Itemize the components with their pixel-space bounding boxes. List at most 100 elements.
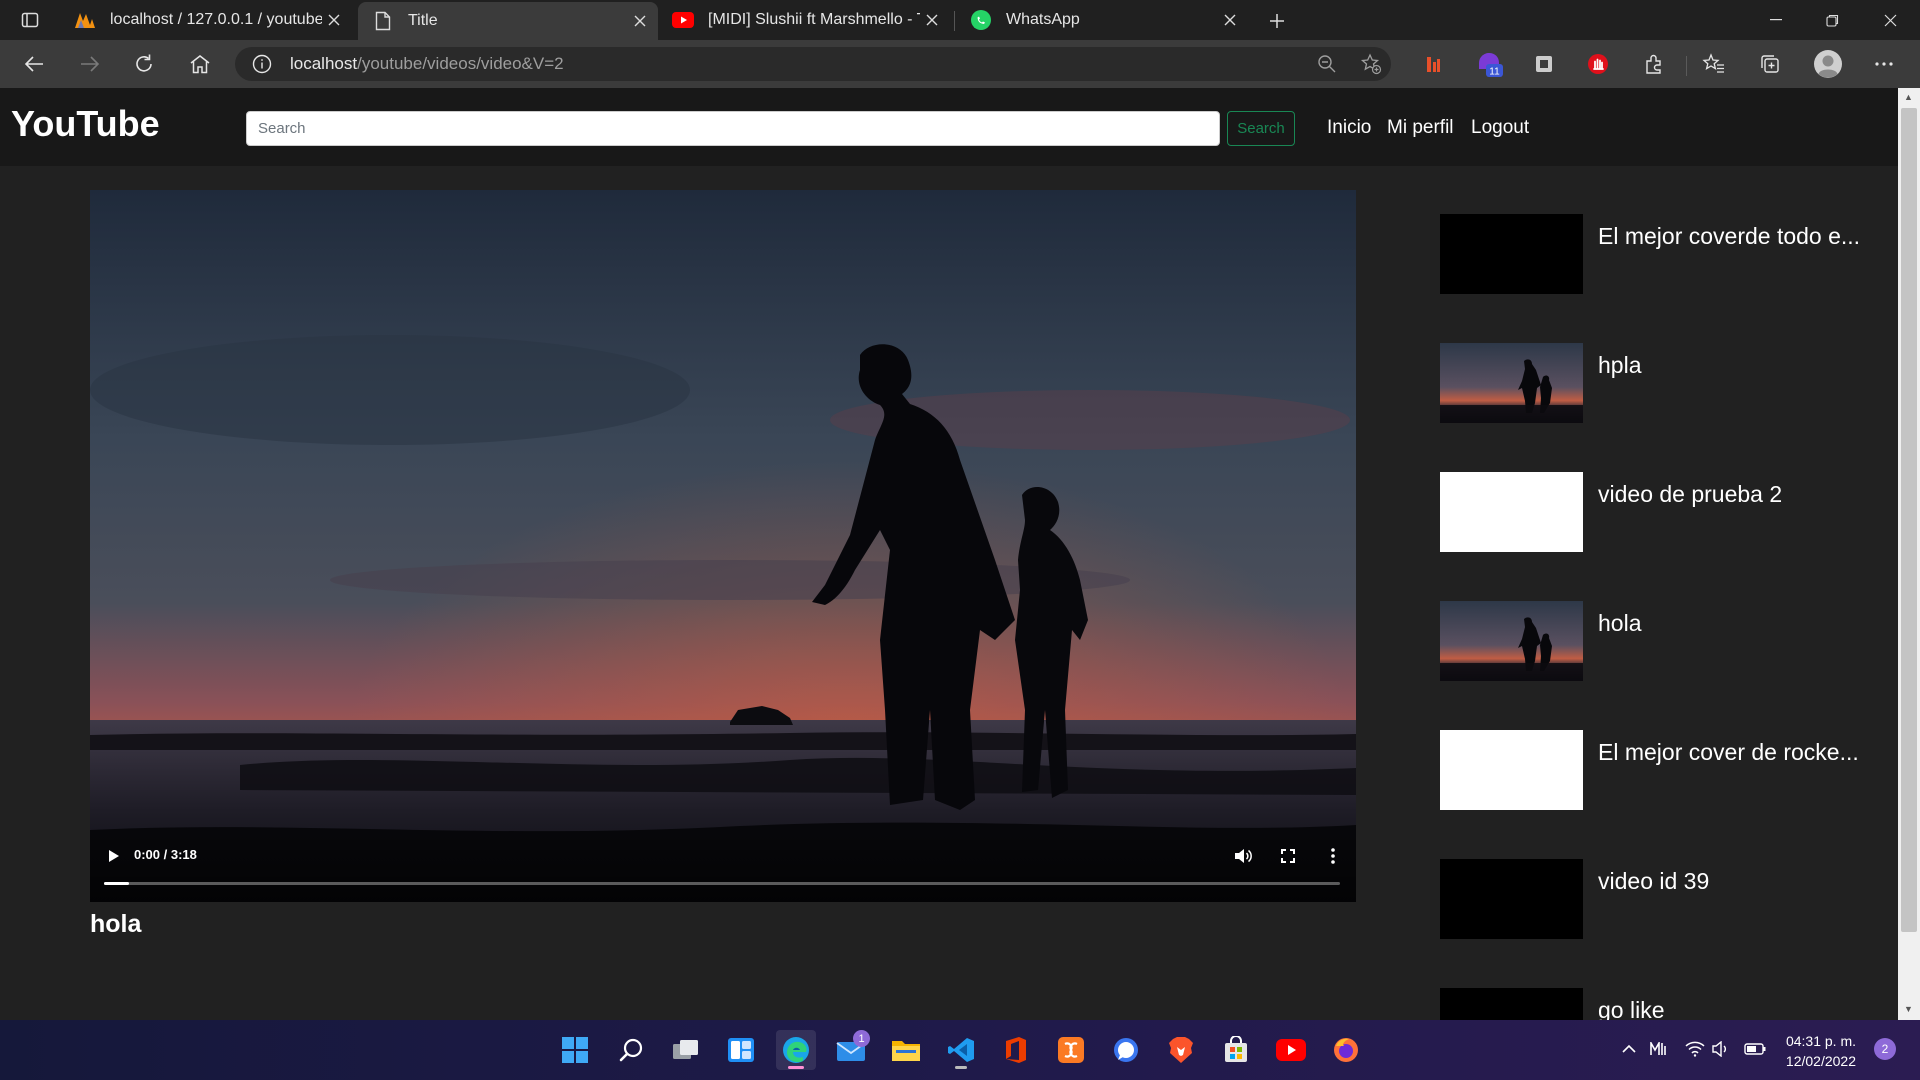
restore-icon[interactable] xyxy=(1804,0,1860,40)
video-player[interactable]: 0:00 / 3:18 xyxy=(90,190,1356,902)
play-icon[interactable] xyxy=(104,846,124,866)
page-scrollbar[interactable]: ▲ ▼ xyxy=(1898,88,1920,1020)
microsoft-store-icon[interactable] xyxy=(1216,1030,1256,1070)
related-video-item[interactable]: video de prueba 2 xyxy=(1440,472,1880,552)
ext-box-icon[interactable] xyxy=(1526,48,1562,80)
settings-more-icon[interactable] xyxy=(1866,48,1902,80)
ext-graph-icon[interactable] xyxy=(1416,48,1452,80)
video-thumbnail[interactable] xyxy=(1440,859,1583,939)
seek-bar[interactable] xyxy=(104,882,1340,885)
start-icon[interactable] xyxy=(555,1030,595,1070)
close-tab-icon[interactable] xyxy=(920,8,944,32)
brave-icon[interactable] xyxy=(1161,1030,1201,1070)
tab-youtube-midi[interactable]: [MIDI] Slushii ft Marshmello - Th xyxy=(658,0,950,40)
whatsapp-icon xyxy=(970,9,992,31)
widgets-icon[interactable] xyxy=(721,1030,761,1070)
office-icon[interactable] xyxy=(996,1030,1036,1070)
active-indicator xyxy=(788,1066,804,1069)
home-icon[interactable] xyxy=(182,48,218,80)
scroll-thumb[interactable] xyxy=(1901,108,1917,932)
close-tab-icon[interactable] xyxy=(628,9,652,33)
video-thumbnail[interactable] xyxy=(1440,988,1583,1020)
zoom-icon[interactable] xyxy=(1317,54,1337,79)
show-hidden-icons-icon[interactable] xyxy=(1618,1038,1640,1060)
site-header: YouTube Search Inicio Mi perfil Logout xyxy=(0,88,1898,166)
address-bar[interactable]: localhost/youtube/videos/video&V=2 xyxy=(235,47,1391,81)
player-controls: 0:00 / 3:18 xyxy=(90,830,1356,902)
video-thumbnail[interactable] xyxy=(1440,472,1583,552)
related-video-item[interactable]: go like xyxy=(1440,988,1880,1020)
search-button[interactable]: Search xyxy=(1227,111,1295,146)
more-options-icon[interactable] xyxy=(1322,845,1344,867)
firefox-icon[interactable] xyxy=(1326,1030,1366,1070)
nav-inicio-link[interactable]: Inicio xyxy=(1327,117,1371,139)
youtube-app-icon[interactable] xyxy=(1271,1030,1311,1070)
refresh-icon[interactable] xyxy=(126,48,162,80)
related-video-title[interactable]: hola xyxy=(1598,610,1641,637)
file-explorer-icon[interactable] xyxy=(886,1030,926,1070)
close-tab-icon[interactable] xyxy=(1218,8,1242,32)
url-text: localhost/youtube/videos/video&V=2 xyxy=(290,54,564,74)
signal-icon[interactable] xyxy=(1106,1030,1146,1070)
new-tab-icon[interactable] xyxy=(1264,8,1290,34)
tab-phpmyadmin[interactable]: localhost / 127.0.0.1 / youtube / xyxy=(60,0,352,40)
wifi-icon[interactable] xyxy=(1684,1038,1706,1060)
volume-icon[interactable] xyxy=(1232,845,1254,867)
tab-title[interactable]: Title xyxy=(358,2,658,40)
profile-avatar-icon[interactable] xyxy=(1810,48,1846,80)
favorites-icon[interactable] xyxy=(1696,48,1732,80)
back-icon[interactable] xyxy=(16,48,52,80)
related-video-item[interactable]: video id 39 xyxy=(1440,859,1880,939)
notification-badge[interactable]: 2 xyxy=(1874,1038,1896,1060)
close-window-icon[interactable] xyxy=(1862,0,1918,40)
tab-label: localhost / 127.0.0.1 / youtube / xyxy=(110,11,322,28)
fullscreen-icon[interactable] xyxy=(1277,845,1299,867)
forward-icon[interactable] xyxy=(72,48,108,80)
add-favorite-icon[interactable] xyxy=(1360,53,1382,80)
task-view-icon[interactable] xyxy=(666,1030,706,1070)
nav-logout-link[interactable]: Logout xyxy=(1471,117,1529,139)
related-video-title[interactable]: go like xyxy=(1598,997,1664,1020)
collections-icon[interactable] xyxy=(1752,48,1788,80)
vscode-icon[interactable] xyxy=(941,1030,981,1070)
related-video-item[interactable]: hola xyxy=(1440,601,1880,681)
windows-taskbar: 1 04:31 p. m. 12/02/2022 2 xyxy=(0,1020,1920,1080)
related-video-title[interactable]: video de prueba 2 xyxy=(1598,481,1782,508)
close-tab-icon[interactable] xyxy=(322,8,346,32)
ext-hand-icon[interactable] xyxy=(1580,48,1616,80)
nav-mi-perfil-link[interactable]: Mi perfil xyxy=(1387,117,1454,139)
browser-toolbar: localhost/youtube/videos/video&V=2 11 xyxy=(0,40,1920,88)
seek-progress xyxy=(104,882,129,885)
minimize-icon[interactable] xyxy=(1748,0,1804,40)
related-video-item[interactable]: hpla xyxy=(1440,343,1880,423)
scroll-up-icon[interactable]: ▲ xyxy=(1904,92,1913,102)
related-video-item[interactable]: El mejor cover de rocke... xyxy=(1440,730,1880,810)
extension-badge: 11 xyxy=(1489,67,1500,78)
volume-tray-icon[interactable] xyxy=(1710,1038,1732,1060)
tab-label: WhatsApp xyxy=(1006,11,1080,28)
tab-actions-icon[interactable] xyxy=(18,8,42,32)
site-logo[interactable]: YouTube xyxy=(11,103,160,145)
video-thumbnail[interactable] xyxy=(1440,730,1583,810)
related-video-title[interactable]: El mejor cover de rocke... xyxy=(1598,739,1859,766)
related-video-title[interactable]: video id 39 xyxy=(1598,868,1709,895)
ext-counter-icon[interactable]: 11 xyxy=(1472,48,1508,80)
related-video-title[interactable]: El mejor coverde todo e... xyxy=(1598,223,1860,250)
site-info-icon[interactable] xyxy=(252,54,272,79)
mail-badge: 1 xyxy=(853,1030,870,1047)
tab-whatsapp[interactable]: WhatsApp xyxy=(956,0,1248,40)
search-input[interactable] xyxy=(246,111,1220,146)
video-thumbnail[interactable] xyxy=(1440,601,1583,681)
edge-icon[interactable] xyxy=(776,1030,816,1070)
search-icon[interactable] xyxy=(611,1030,651,1070)
mail-icon[interactable]: 1 xyxy=(831,1030,871,1070)
related-video-title[interactable]: hpla xyxy=(1598,352,1641,379)
scroll-down-icon[interactable]: ▼ xyxy=(1904,1004,1913,1014)
extensions-icon[interactable] xyxy=(1636,48,1672,80)
video-thumbnail[interactable] xyxy=(1440,214,1583,294)
tray-app-icon[interactable] xyxy=(1648,1038,1670,1060)
video-thumbnail[interactable] xyxy=(1440,343,1583,423)
system-clock[interactable]: 04:31 p. m. 12/02/2022 xyxy=(1758,1031,1856,1071)
xampp-icon[interactable] xyxy=(1051,1030,1091,1070)
related-video-item[interactable]: El mejor coverde todo e... xyxy=(1440,214,1880,294)
